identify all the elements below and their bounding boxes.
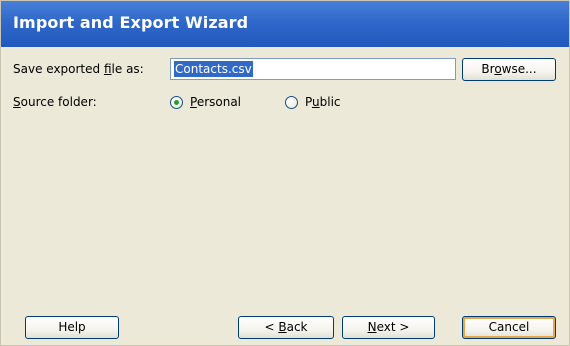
personal-radio-label[interactable]: Personal [190,95,241,109]
save-file-value: Contacts.csv [174,61,253,77]
help-button[interactable]: Help [25,316,119,339]
radio-selected-dot [174,100,179,105]
import-export-wizard-dialog: Import and Export Wizard Save exported f… [0,0,570,346]
public-radio[interactable] [285,96,298,109]
window-title: Import and Export Wizard [13,13,249,32]
source-folder-label: Source folder: [13,95,97,109]
cancel-button[interactable]: Cancel [462,316,556,339]
browse-button[interactable]: Browse... [462,58,556,81]
save-file-input[interactable]: Contacts.csv [170,58,456,80]
next-button[interactable]: Next > [342,316,435,339]
save-file-label: Save exported file as: [13,62,144,76]
personal-radio[interactable] [170,96,183,109]
back-button[interactable]: < Back [238,316,334,339]
title-bar: Import and Export Wizard [1,1,569,47]
public-radio-label[interactable]: Public [305,95,341,109]
